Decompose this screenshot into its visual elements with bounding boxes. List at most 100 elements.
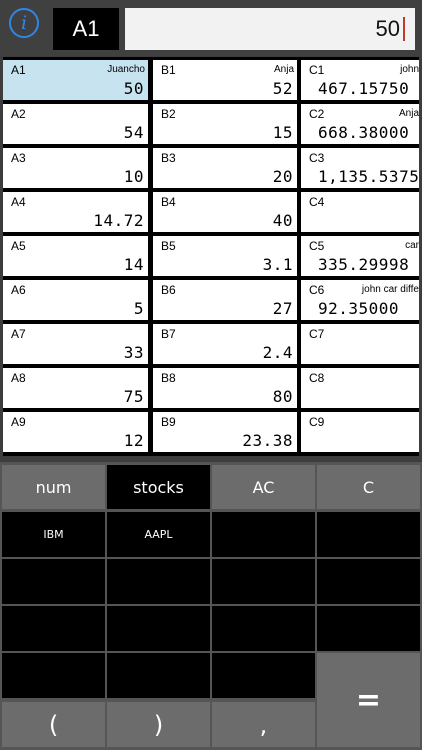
keypad-blank-key[interactable] <box>107 559 210 604</box>
cell-address: A2 <box>11 107 26 121</box>
cell-note: john car diffe <box>361 284 419 295</box>
cell-value: 54 <box>123 123 144 142</box>
open-paren-button[interactable]: ( <box>2 702 105 747</box>
cell-c4[interactable]: C4 <box>301 192 419 232</box>
stock-key-aapl[interactable]: AAPL <box>107 512 210 557</box>
keypad-blank-key[interactable] <box>212 606 315 651</box>
cell-address: B8 <box>161 371 176 385</box>
cell-a9[interactable]: A9 12 <box>3 412 148 452</box>
cell-c9[interactable]: C9 <box>301 412 419 452</box>
keypad-blank-key[interactable] <box>317 606 420 651</box>
cell-value: 467.15750 <box>318 79 410 98</box>
equals-button[interactable]: = <box>317 653 420 747</box>
all-clear-button[interactable]: AC <box>212 465 315 509</box>
cell-address: B2 <box>161 107 176 121</box>
formula-input[interactable]: 50 <box>125 8 415 50</box>
cell-b4[interactable]: B4 40 <box>153 192 297 232</box>
cell-value: 10 <box>123 167 144 186</box>
cell-note: Anja <box>398 108 419 119</box>
cell-value: 15 <box>272 123 293 142</box>
cell-b8[interactable]: B8 80 <box>153 368 297 408</box>
cell-address: B9 <box>161 415 176 429</box>
cell-note: john <box>400 64 419 75</box>
cell-value: 335.29998 <box>318 255 410 274</box>
cell-address: A9 <box>11 415 26 429</box>
keypad: num stocks AC C IBM AAPL = (), <box>0 462 422 750</box>
cell-address: B6 <box>161 283 176 297</box>
cell-a7[interactable]: A7 33 <box>3 324 148 364</box>
cell-c6[interactable]: C6 john car diffe 92.35000 <box>301 280 419 320</box>
comma-button[interactable]: , <box>212 702 315 747</box>
cell-address: C3 <box>309 151 325 165</box>
keypad-blank-key[interactable] <box>317 512 420 557</box>
cell-value: 52 <box>272 79 293 98</box>
keypad-blank-key[interactable] <box>107 653 210 698</box>
tab-num[interactable]: num <box>2 465 105 509</box>
cell-b5[interactable]: B5 3.1 <box>153 236 297 276</box>
cell-a5[interactable]: A5 14 <box>3 236 148 276</box>
cell-address: B4 <box>161 195 176 209</box>
cell-address: B3 <box>161 151 176 165</box>
spreadsheet-grid: A1 Juancho 50 B1 Anja 52 C1 john 467.15750 A2 54 B2… <box>3 57 419 456</box>
keypad-blank-key[interactable] <box>2 653 105 698</box>
cell-address: A6 <box>11 283 26 297</box>
cell-value: 2.4 <box>262 343 293 362</box>
cell-value: 50 <box>123 79 144 98</box>
tab-stocks[interactable]: stocks <box>107 465 210 509</box>
cell-value: 14 <box>123 255 144 274</box>
cell-c1[interactable]: C1 john 467.15750 <box>301 60 419 100</box>
cell-b9[interactable]: B9 23.38 <box>153 412 297 452</box>
info-icon[interactable]: i <box>9 8 39 38</box>
current-cell-reference: A1 <box>53 8 119 50</box>
cell-a6[interactable]: A6 5 <box>3 280 148 320</box>
keypad-blank-key[interactable] <box>212 653 315 698</box>
cell-b3[interactable]: B3 20 <box>153 148 297 188</box>
cell-c2[interactable]: C2 Anja 668.38000 <box>301 104 419 144</box>
cell-c5[interactable]: C5 car 335.29998 <box>301 236 419 276</box>
cell-value: 14.72 <box>93 211 144 230</box>
cell-address: C7 <box>309 327 325 341</box>
cell-note: car <box>405 240 419 251</box>
cell-value: 40 <box>272 211 293 230</box>
cell-address: C5 <box>309 239 325 253</box>
cell-a8[interactable]: A8 75 <box>3 368 148 408</box>
cell-address: B1 <box>161 63 176 77</box>
cell-a4[interactable]: A4 14.72 <box>3 192 148 232</box>
keypad-blank-key[interactable] <box>212 512 315 557</box>
keypad-blank-key[interactable] <box>212 559 315 604</box>
cell-address: C6 <box>309 283 325 297</box>
cell-b1[interactable]: B1 Anja 52 <box>153 60 297 100</box>
cell-a2[interactable]: A2 54 <box>3 104 148 144</box>
cell-value: 668.38000 <box>318 123 410 142</box>
spreadsheet-calculator-app: i A1 50 A1 Juancho 50 B1 Anja 52 C1 john 467.157… <box>0 0 422 750</box>
cell-value: 27 <box>272 299 293 318</box>
cell-address: C4 <box>309 195 325 209</box>
formula-value: 50 <box>375 16 400 41</box>
cell-address: B5 <box>161 239 176 253</box>
stock-key-ibm[interactable]: IBM <box>2 512 105 557</box>
cell-b7[interactable]: B7 2.4 <box>153 324 297 364</box>
cell-note: Anja <box>273 64 294 75</box>
cell-a3[interactable]: A3 10 <box>3 148 148 188</box>
close-paren-button[interactable]: ) <box>107 702 210 747</box>
cell-b6[interactable]: B6 27 <box>153 280 297 320</box>
top-bar: i A1 50 <box>0 0 422 56</box>
cell-c7[interactable]: C7 <box>301 324 419 364</box>
cell-b2[interactable]: B2 15 <box>153 104 297 144</box>
cell-address: B7 <box>161 327 176 341</box>
cell-value: 20 <box>272 167 293 186</box>
cell-address: A8 <box>11 371 26 385</box>
cell-address: A1 <box>11 63 26 77</box>
keypad-blank-key[interactable] <box>107 606 210 651</box>
cell-address: A4 <box>11 195 26 209</box>
cell-address: A5 <box>11 239 26 253</box>
cell-address: A3 <box>11 151 26 165</box>
cell-c3[interactable]: C3 1,135.53750 <box>301 148 419 188</box>
clear-button[interactable]: C <box>317 465 420 509</box>
cell-c8[interactable]: C8 <box>301 368 419 408</box>
keypad-blank-key[interactable] <box>317 559 420 604</box>
cell-a1[interactable]: A1 Juancho 50 <box>3 60 148 100</box>
keypad-blank-key[interactable] <box>2 606 105 651</box>
cell-value: 80 <box>272 387 293 406</box>
keypad-blank-key[interactable] <box>2 559 105 604</box>
